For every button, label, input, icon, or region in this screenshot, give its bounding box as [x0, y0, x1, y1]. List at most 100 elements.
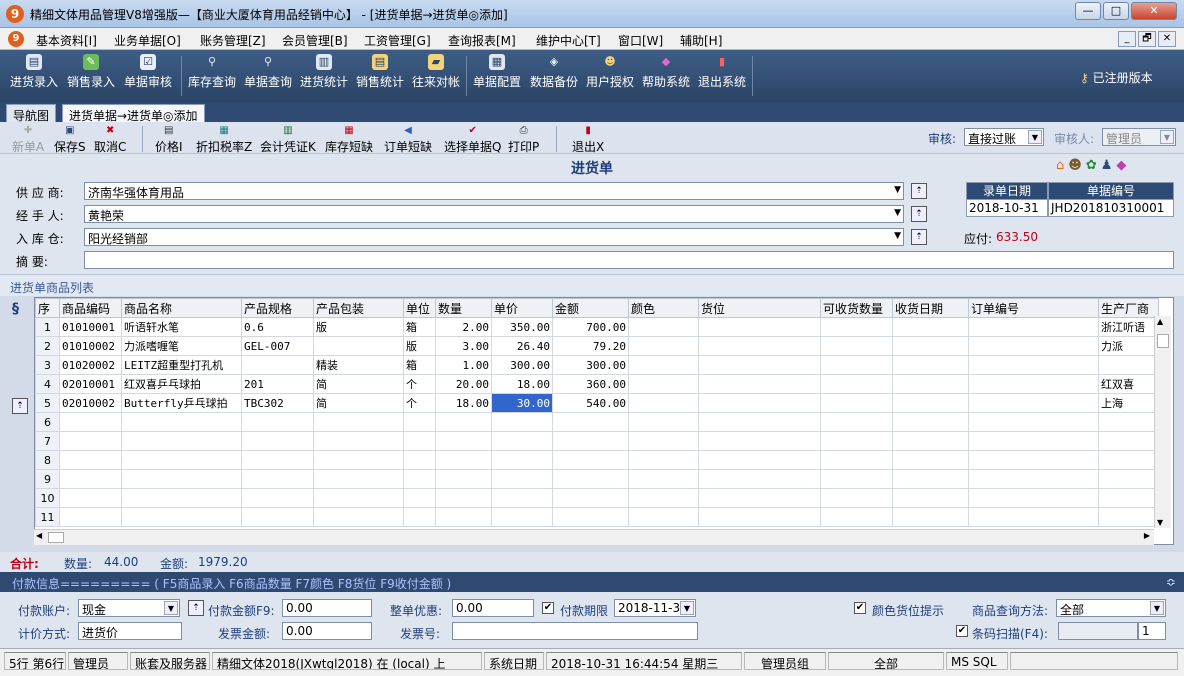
order-shortage-button[interactable]: ◀ 订单短缺	[384, 124, 432, 155]
table-cell[interactable]	[491, 507, 553, 527]
backup-button[interactable]: ◈ 数据备份	[530, 54, 578, 90]
table-cell[interactable]	[121, 450, 242, 470]
table-cell[interactable]	[820, 317, 893, 337]
table-cell[interactable]	[968, 355, 1099, 375]
grid-insert-button[interactable]: ⇡	[12, 398, 28, 414]
table-cell[interactable]: 01010002	[59, 336, 122, 356]
table-cell[interactable]: 简	[313, 393, 404, 413]
table-cell[interactable]: 02010001	[59, 374, 122, 394]
scroll-thumb[interactable]	[1157, 334, 1169, 348]
product-grid[interactable]: 序商品编码 商品名称 产品规格 产品包装 单位 数量 单价 金额 颜色 货位 可收货数量 收货日期 订单…	[34, 297, 1174, 545]
table-cell[interactable]: 0.6	[241, 317, 314, 337]
table-cell[interactable]	[435, 469, 492, 489]
table-cell[interactable]	[820, 374, 893, 394]
users-icon[interactable]: ☻	[1068, 158, 1086, 173]
table-cell[interactable]	[59, 412, 122, 432]
table-cell[interactable]	[698, 507, 821, 527]
table-cell[interactable]	[435, 431, 492, 451]
table-cell[interactable]	[1098, 450, 1159, 470]
table-cell[interactable]	[968, 488, 1099, 508]
table-cell[interactable]	[968, 412, 1099, 432]
table-cell[interactable]	[820, 450, 893, 470]
table-cell[interactable]	[403, 431, 436, 451]
table-cell[interactable]	[1098, 412, 1159, 432]
table-cell[interactable]	[552, 469, 629, 489]
menu-maintenance[interactable]: 维护中心[T]	[536, 32, 601, 49]
table-cell[interactable]	[968, 393, 1099, 413]
table-cell[interactable]	[1098, 488, 1159, 508]
pricing-input[interactable]: 进货价	[78, 622, 182, 640]
table-cell[interactable]	[1098, 431, 1159, 451]
grid-settings-icon[interactable]: §	[12, 301, 19, 317]
audit-select[interactable]: 直接过账 ▼	[964, 128, 1044, 146]
discount-input[interactable]: 0.00	[452, 599, 534, 617]
warehouse-select[interactable]: 阳光经销部 ▼	[84, 228, 904, 246]
table-cell[interactable]	[121, 507, 242, 527]
menu-members[interactable]: 会员管理[B]	[282, 32, 348, 49]
price-button[interactable]: ▤ 价格I	[155, 124, 183, 155]
table-cell[interactable]	[968, 317, 1099, 337]
table-row[interactable]: 10	[35, 488, 1159, 508]
reconcile-button[interactable]: ▰ 往来对帐	[412, 54, 460, 90]
barcode-count-input[interactable]: 1	[1138, 622, 1166, 640]
column-header[interactable]: 货位	[698, 298, 821, 318]
table-cell[interactable]: 力派嗜喱笔	[121, 336, 242, 356]
table-cell[interactable]	[628, 393, 699, 413]
table-cell[interactable]	[121, 412, 242, 432]
mdi-restore-button[interactable]: 🗗	[1138, 31, 1156, 47]
tab-purchase-add[interactable]: 进货单据→进货单◎添加	[62, 104, 205, 123]
exit-button[interactable]: ▮ 退出X	[572, 124, 604, 155]
table-cell[interactable]: 300.00	[491, 355, 553, 375]
pay-account-select[interactable]: 现金 ▼	[78, 599, 180, 617]
table-cell[interactable]: 20.00	[435, 374, 492, 394]
doc-query-button[interactable]: ⚲ 单据查询	[244, 54, 292, 90]
close-button[interactable]: ✕	[1131, 2, 1177, 20]
menu-business-docs[interactable]: 业务单据[O]	[114, 32, 181, 49]
table-cell[interactable]	[698, 431, 821, 451]
table-cell[interactable]: 上海	[1098, 393, 1159, 413]
table-cell[interactable]	[491, 450, 553, 470]
table-cell[interactable]	[698, 412, 821, 432]
cancel-button[interactable]: ✖ 取消C	[94, 124, 126, 155]
table-cell[interactable]	[435, 507, 492, 527]
table-cell[interactable]	[820, 336, 893, 356]
table-cell[interactable]	[313, 469, 404, 489]
column-header[interactable]: 单位	[403, 298, 436, 318]
column-header[interactable]: 金额	[552, 298, 629, 318]
table-cell[interactable]	[892, 374, 969, 394]
scroll-right-icon[interactable]: ▶	[1144, 531, 1150, 540]
query-method-select[interactable]: 全部 ▼	[1056, 599, 1166, 617]
table-cell[interactable]	[820, 488, 893, 508]
table-cell[interactable]	[628, 507, 699, 527]
table-cell[interactable]	[628, 317, 699, 337]
table-cell[interactable]	[121, 488, 242, 508]
table-cell[interactable]	[698, 450, 821, 470]
menu-app-icon[interactable]: 9	[8, 31, 24, 47]
table-cell[interactable]: 精装	[313, 355, 404, 375]
mdi-close-button[interactable]: ✕	[1158, 31, 1176, 47]
table-cell[interactable]	[968, 336, 1099, 356]
table-cell[interactable]	[313, 507, 404, 527]
table-cell[interactable]: 版	[313, 317, 404, 337]
table-cell[interactable]: 350.00	[491, 317, 553, 337]
table-cell[interactable]	[820, 393, 893, 413]
column-header[interactable]: 序	[35, 298, 60, 318]
table-cell[interactable]: 01010001	[59, 317, 122, 337]
table-row[interactable]: 3 01020002 LEITZ超重型打孔机 精装箱 1.00 300.00 300.00	[35, 355, 1159, 375]
table-cell[interactable]	[892, 469, 969, 489]
table-cell[interactable]	[820, 469, 893, 489]
table-cell[interactable]: 02010002	[59, 393, 122, 413]
table-row[interactable]: 4 02010001 红双喜乒乓球拍 201 简个 20.00 18.00 360.00 红双喜	[35, 374, 1159, 394]
table-cell[interactable]	[241, 469, 314, 489]
column-header[interactable]: 可收货数量	[820, 298, 893, 318]
menu-help[interactable]: 辅助[H]	[680, 32, 722, 49]
pay-term-date[interactable]: 2018-11-30 ▼	[614, 599, 696, 617]
book-icon[interactable]: ◆	[1116, 158, 1130, 173]
table-cell[interactable]	[628, 431, 699, 451]
invoice-amount-input[interactable]: 0.00	[282, 622, 372, 640]
handler-select[interactable]: 黄艳荣 ▼	[84, 205, 904, 223]
table-cell[interactable]	[968, 507, 1099, 527]
table-cell[interactable]	[1098, 355, 1159, 375]
user-auth-button[interactable]: ☻ 用户授权	[586, 54, 634, 90]
pay-amount-input[interactable]: 0.00	[282, 599, 372, 617]
